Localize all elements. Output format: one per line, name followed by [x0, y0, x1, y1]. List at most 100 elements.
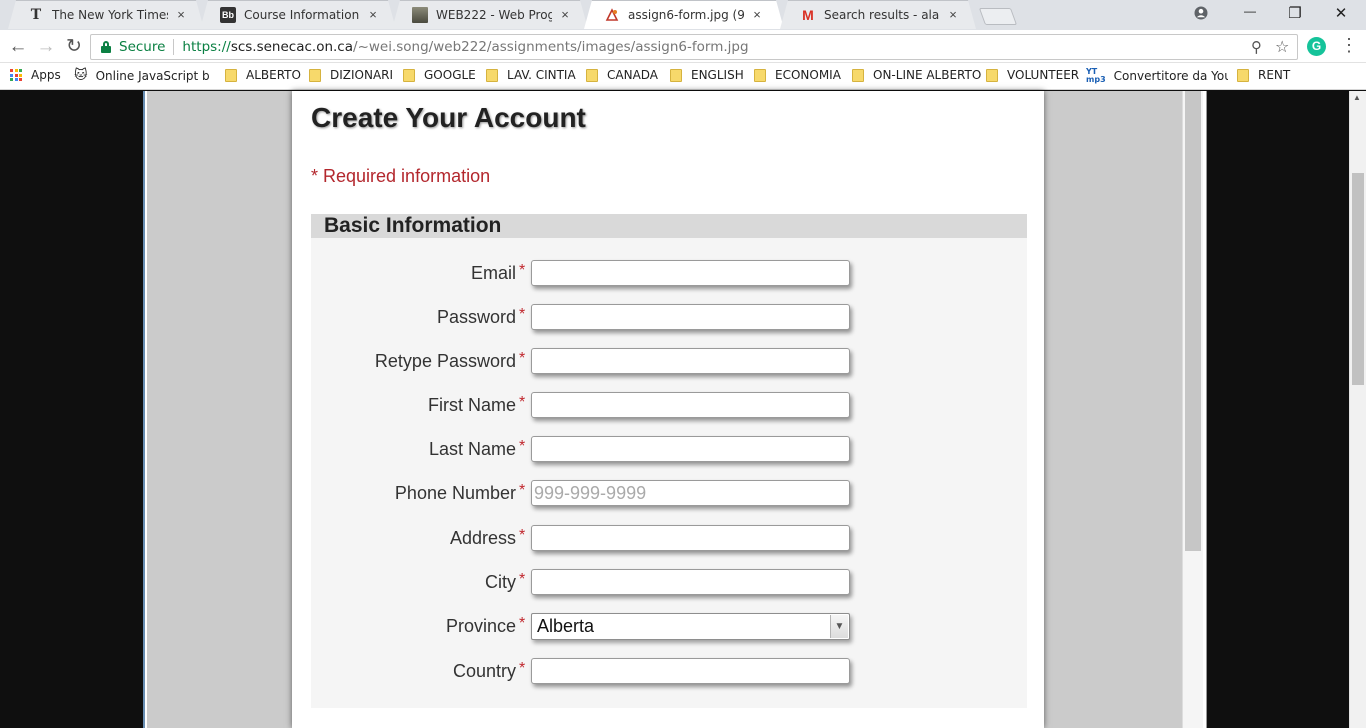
lock-icon [101, 41, 111, 53]
tab-close-icon[interactable]: × [946, 7, 960, 22]
tab-close-icon[interactable]: × [366, 7, 380, 22]
image-scrollbar [1182, 91, 1203, 728]
browser-toolbar: ← → ↻ Secure https://scs.senecac.on.ca/~… [0, 30, 1366, 63]
bookmark-folder-canada[interactable]: CANADA [586, 68, 658, 82]
tab-close-icon[interactable]: × [558, 7, 572, 22]
bookmark-folder-lav-cintia[interactable]: LAV. CINTIA [486, 68, 576, 82]
grammarly-extension-icon[interactable]: G [1307, 37, 1326, 56]
required-asterisk: * [519, 527, 526, 544]
province-select: Alberta ▼ [531, 613, 850, 640]
required-asterisk: * [519, 350, 526, 367]
tab-close-icon[interactable]: × [750, 7, 764, 22]
required-asterisk: * [519, 571, 526, 588]
bookmark-youtube-converter[interactable]: YT mp3 Convertitore da Yout [1086, 68, 1228, 84]
folder-icon [754, 68, 766, 82]
cat-icon: 🐱 [74, 68, 88, 83]
bookmark-folder-dizionari[interactable]: DIZIONARI [309, 68, 393, 82]
retype-password-field [531, 348, 850, 374]
bookmark-folder-rent[interactable]: RENT [1237, 68, 1290, 82]
url-text[interactable]: https://scs.senecac.on.ca/~wei.song/web2… [182, 39, 748, 55]
window-close-icon[interactable]: ✕ [1326, 4, 1356, 24]
restore-icon[interactable]: ❐ [1280, 4, 1310, 24]
required-asterisk: * [519, 306, 526, 323]
email-field [531, 260, 850, 286]
minimize-icon[interactable]: — [1235, 4, 1265, 24]
folder-icon [670, 68, 682, 82]
phone-number-field: 999-999-9999 [531, 480, 850, 506]
bookmark-folder-english[interactable]: ENGLISH [670, 68, 744, 82]
tab-title: Course Information – WE [244, 7, 360, 22]
zoom-icon[interactable]: ⚲ [1251, 38, 1262, 56]
tab-assign6-form[interactable]: assign6-form.jpg (966×7 × [584, 0, 784, 29]
apps-grid-icon [10, 69, 22, 81]
required-asterisk: * [519, 262, 526, 279]
form-row-province: Province * Alberta ▼ [311, 613, 1027, 643]
bookmarks-bar: Apps 🐱 Online JavaScript bea ALBERTO DIZ… [0, 63, 1366, 90]
form-row-phone-number: Phone Number * 999-999-9999 [311, 480, 1027, 510]
forward-icon[interactable]: → [34, 35, 58, 59]
basic-information-section: Basic Information Email * Password * Ret… [311, 214, 1027, 708]
folder-icon [586, 68, 598, 82]
province-value: Alberta [537, 616, 595, 636]
form-row-last-name: Last Name * [311, 436, 1027, 466]
menu-icon[interactable]: ⋮ [1340, 35, 1358, 56]
bookmark-folder-economia[interactable]: ECONOMIA [754, 68, 841, 82]
scroll-up-icon[interactable]: ▲ [1353, 93, 1361, 102]
scrollbar-thumb[interactable] [1352, 173, 1364, 385]
bookmark-folder-google[interactable]: GOOGLE [403, 68, 476, 82]
form-row-password: Password * [311, 304, 1027, 334]
folder-icon [486, 68, 498, 82]
folder-icon [852, 68, 864, 82]
form-row-retype-password: Retype Password * [311, 348, 1027, 378]
field-label: Address [449, 528, 516, 548]
field-label: Province [445, 616, 516, 636]
youtube-mp3-icon: YT mp3 [1086, 67, 1106, 84]
form-image: Create Your Account * Required informati… [143, 91, 1207, 728]
address-bar[interactable]: Secure https://scs.senecac.on.ca/~wei.so… [90, 34, 1298, 60]
form-row-first-name: First Name * [311, 392, 1027, 422]
tab-title: assign6-form.jpg (966×7 [628, 7, 744, 22]
back-icon[interactable]: ← [6, 35, 30, 59]
bookmark-folder-online-alberto[interactable]: ON-LINE ALBERTO [852, 68, 981, 82]
last-name-field [531, 436, 850, 462]
required-asterisk: * [519, 615, 526, 632]
field-label: First Name [427, 395, 516, 415]
first-name-field [531, 392, 850, 418]
reload-icon[interactable]: ↻ [62, 35, 86, 59]
bookmark-folder-volunteer[interactable]: VOLUNTEER [986, 68, 1079, 82]
field-label: Last Name [428, 439, 516, 459]
tab-course-information[interactable]: Bb Course Information – WE × [200, 0, 396, 29]
tab-title: WEB222 - Web Programm [436, 7, 552, 22]
tab-gmail-search[interactable]: M Search results - alaurenz × [780, 0, 976, 29]
new-tab-button[interactable] [978, 8, 1018, 25]
form-row-country: Country * [311, 658, 1027, 688]
form-row-address: Address * [311, 525, 1027, 555]
tab-nytimes[interactable]: T The New York Times - Br × [8, 0, 204, 29]
tab-title: Search results - alaurenz [824, 7, 940, 22]
required-asterisk: * [519, 394, 526, 411]
bookmark-star-icon[interactable]: ☆ [1275, 37, 1289, 56]
bookmark-folder-alberto[interactable]: ALBERTO [225, 68, 301, 82]
tab-title: The New York Times - Br [52, 7, 168, 22]
photo-favicon-icon [412, 6, 428, 23]
bookmark-online-javascript[interactable]: 🐱 Online JavaScript bea [74, 68, 210, 83]
form-row-email: Email * [311, 260, 1027, 290]
tab-web222[interactable]: WEB222 - Web Programm × [392, 0, 588, 29]
folder-icon [225, 68, 237, 82]
password-field [531, 304, 850, 330]
form-row-city: City * [311, 569, 1027, 599]
bookmark-apps[interactable]: Apps [10, 68, 61, 82]
folder-icon [1237, 68, 1249, 82]
required-info-note: * Required information [311, 166, 491, 186]
field-label: Phone Number [394, 483, 516, 503]
page-scrollbar[interactable]: ▲ [1349, 91, 1366, 728]
country-field [531, 658, 850, 684]
profile-icon[interactable] [1186, 4, 1216, 24]
tab-close-icon[interactable]: × [174, 7, 188, 22]
field-label: Country [452, 661, 516, 681]
city-field [531, 569, 850, 595]
secure-label: Secure [119, 39, 166, 55]
blackboard-favicon-icon: Bb [220, 6, 236, 23]
address-field [531, 525, 850, 551]
chevron-down-icon: ▼ [830, 615, 848, 638]
